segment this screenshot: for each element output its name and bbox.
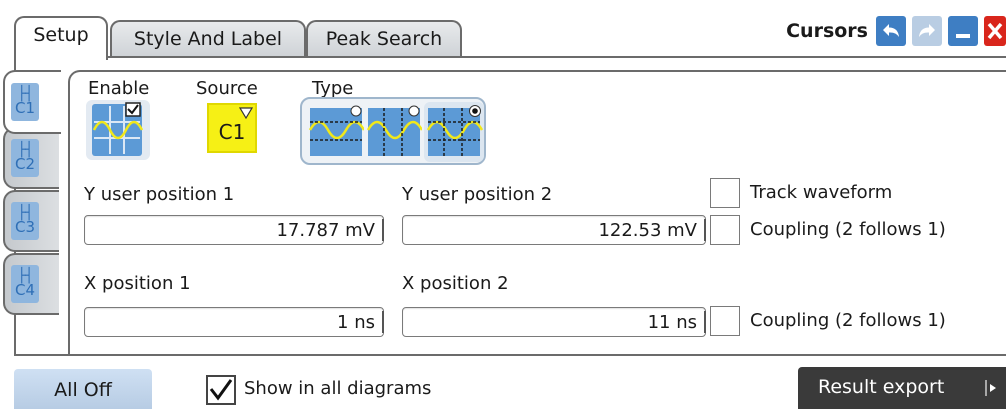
undo-icon bbox=[883, 24, 899, 37]
source-value: C1 bbox=[218, 120, 246, 144]
x-position-1-value: 1 ns bbox=[337, 312, 375, 333]
cursor-tab-c1[interactable]: ├┤ C1 bbox=[3, 70, 61, 134]
cursor-c3-icon: ├┤ C3 bbox=[11, 202, 39, 240]
tab-style-label: Style And Label bbox=[133, 28, 283, 50]
cursor-c1-label: C1 bbox=[14, 99, 36, 117]
checkmark-icon bbox=[209, 379, 233, 401]
vertical-cursor-icon bbox=[366, 105, 424, 156]
type-horizontal-button[interactable] bbox=[308, 104, 366, 160]
cursor-c4-icon: ├┤ C4 bbox=[11, 265, 39, 303]
all-off-button[interactable]: All Off bbox=[14, 369, 152, 409]
redo-icon bbox=[919, 24, 935, 37]
redo-button[interactable] bbox=[912, 16, 942, 46]
cursor-c3-label: C3 bbox=[14, 218, 36, 236]
show-in-all-diagrams-checkbox[interactable] bbox=[206, 375, 236, 405]
source-selector[interactable]: C1 bbox=[207, 103, 257, 153]
y-position-1-label: Y user position 1 bbox=[84, 184, 235, 205]
source-label: Source bbox=[196, 78, 258, 99]
show-in-all-diagrams-label: Show in all diagrams bbox=[244, 378, 432, 399]
cursor-enable-icon bbox=[92, 102, 144, 156]
y-position-1-value: 17.787 mV bbox=[276, 220, 375, 241]
dropdown-arrow-icon bbox=[239, 107, 253, 119]
coupling-y-checkbox[interactable] bbox=[710, 215, 740, 245]
tab-peak-search[interactable]: Peak Search bbox=[306, 20, 462, 56]
y-position-1-input[interactable]: 17.787 mV bbox=[84, 215, 384, 245]
tab-setup[interactable]: Setup bbox=[14, 16, 108, 60]
enable-label: Enable bbox=[88, 78, 150, 99]
chevron-right-icon bbox=[985, 380, 996, 396]
minimize-icon bbox=[956, 34, 970, 38]
dialog-header: Cursors bbox=[786, 14, 1006, 48]
y-position-2-input[interactable]: 122.53 mV bbox=[402, 215, 706, 245]
minimize-button[interactable] bbox=[948, 16, 978, 46]
cursor-tab-c2[interactable]: ├┤ C2 bbox=[3, 127, 59, 189]
y-position-2-label: Y user position 2 bbox=[402, 184, 553, 205]
cursor-c2-icon: ├┤ C2 bbox=[11, 139, 39, 177]
y-position-2-value: 122.53 mV bbox=[598, 220, 697, 241]
tab-style-and-label[interactable]: Style And Label bbox=[110, 20, 306, 56]
coupling-x-label: Coupling (2 follows 1) bbox=[750, 310, 946, 331]
track-waveform-checkbox[interactable] bbox=[710, 178, 740, 208]
cursor-tab-c4[interactable]: ├┤ C4 bbox=[3, 253, 59, 315]
result-export-button[interactable]: Result export bbox=[798, 367, 1006, 409]
close-icon bbox=[987, 22, 1003, 40]
cross-cursor-icon bbox=[426, 105, 484, 156]
result-export-label: Result export bbox=[818, 376, 945, 398]
close-button[interactable] bbox=[984, 16, 1006, 46]
cursor-c1-icon: ├┤ C1 bbox=[11, 83, 39, 121]
enable-toggle[interactable] bbox=[86, 100, 150, 160]
cursor-tab-c3[interactable]: ├┤ C3 bbox=[3, 190, 59, 252]
dialog-title: Cursors bbox=[786, 20, 868, 42]
coupling-x-checkbox[interactable] bbox=[710, 306, 740, 336]
x-position-2-input[interactable]: 11 ns bbox=[402, 307, 706, 337]
track-waveform-label: Track waveform bbox=[750, 182, 893, 203]
all-off-label: All Off bbox=[54, 379, 112, 401]
x-position-1-label: X position 1 bbox=[84, 273, 191, 294]
tab-peak-label: Peak Search bbox=[325, 28, 443, 50]
type-label: Type bbox=[312, 78, 354, 99]
tab-setup-label: Setup bbox=[33, 24, 89, 46]
cursor-c2-label: C2 bbox=[14, 155, 36, 173]
undo-button[interactable] bbox=[876, 16, 906, 46]
cursor-c4-label: C4 bbox=[14, 281, 36, 299]
type-both-button[interactable] bbox=[424, 102, 484, 162]
x-position-2-value: 11 ns bbox=[647, 312, 697, 333]
coupling-y-label: Coupling (2 follows 1) bbox=[750, 219, 946, 240]
x-position-2-label: X position 2 bbox=[402, 273, 509, 294]
x-position-1-input[interactable]: 1 ns bbox=[84, 307, 384, 337]
type-vertical-button[interactable] bbox=[366, 104, 424, 160]
horizontal-cursor-icon bbox=[308, 105, 366, 156]
